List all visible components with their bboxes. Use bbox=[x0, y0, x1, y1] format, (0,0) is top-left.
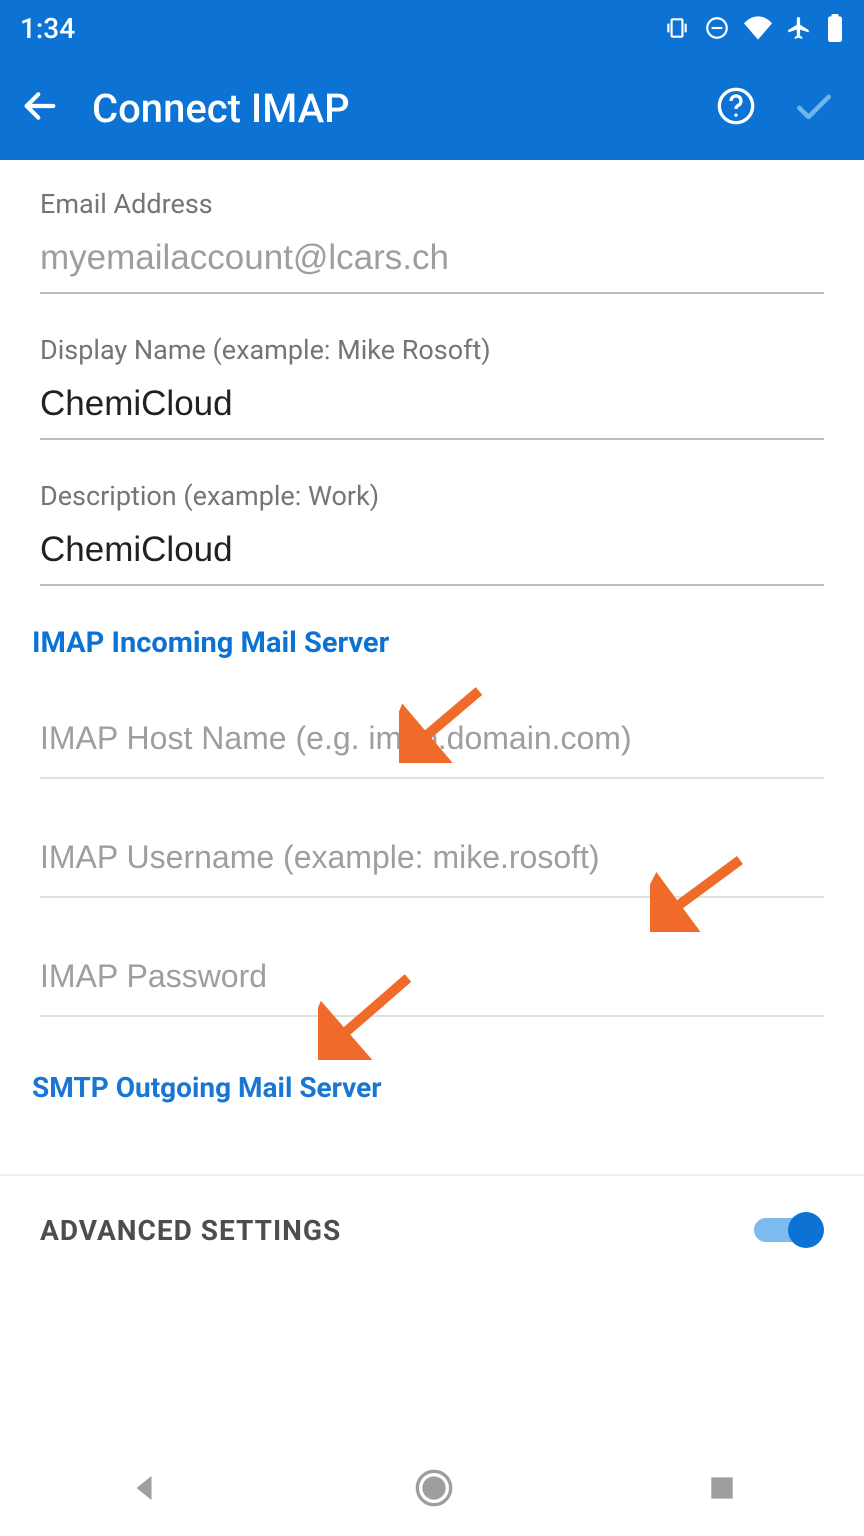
dnd-icon bbox=[704, 15, 730, 41]
imap-password-field bbox=[40, 938, 824, 1017]
airplane-icon bbox=[786, 15, 812, 41]
display-name-field-group: Display Name (example: Mike Rosoft) bbox=[40, 334, 824, 440]
wifi-icon bbox=[744, 16, 772, 40]
email-input[interactable] bbox=[40, 230, 824, 294]
nav-back-button[interactable] bbox=[126, 1470, 162, 1506]
battery-icon bbox=[826, 14, 844, 42]
imap-host-input[interactable] bbox=[40, 700, 824, 779]
display-name-label: Display Name (example: Mike Rosoft) bbox=[40, 334, 824, 366]
imap-host-field bbox=[40, 700, 824, 779]
description-field-group: Description (example: Work) bbox=[40, 480, 824, 586]
back-button[interactable] bbox=[20, 86, 60, 130]
advanced-settings-label: ADVANCED SETTINGS bbox=[40, 1214, 341, 1247]
vibrate-icon bbox=[664, 15, 690, 41]
appbar: Connect IMAP bbox=[0, 56, 864, 160]
email-field-group: Email Address bbox=[40, 188, 824, 294]
advanced-settings-toggle[interactable] bbox=[752, 1210, 824, 1250]
smtp-section-title: SMTP Outgoing Mail Server bbox=[32, 1071, 824, 1104]
android-navbar bbox=[0, 1440, 864, 1536]
nav-recent-button[interactable] bbox=[706, 1472, 738, 1504]
imap-password-input[interactable] bbox=[40, 938, 824, 1017]
email-label: Email Address bbox=[40, 188, 824, 220]
form-content: Email Address Display Name (example: Mik… bbox=[0, 160, 864, 1104]
page-title: Connect IMAP bbox=[92, 85, 684, 132]
imap-section-title: IMAP Incoming Mail Server bbox=[32, 626, 824, 660]
confirm-button[interactable] bbox=[792, 84, 836, 132]
statusbar: 1:34 bbox=[0, 0, 864, 56]
help-button[interactable] bbox=[716, 86, 756, 130]
description-input[interactable] bbox=[40, 522, 824, 586]
clock: 1:34 bbox=[20, 12, 75, 45]
advanced-settings-row[interactable]: ADVANCED SETTINGS bbox=[0, 1174, 864, 1284]
imap-username-input[interactable] bbox=[40, 819, 824, 898]
description-label: Description (example: Work) bbox=[40, 480, 824, 512]
imap-username-field bbox=[40, 819, 824, 898]
nav-home-button[interactable] bbox=[414, 1468, 454, 1508]
status-icons bbox=[664, 14, 844, 42]
display-name-input[interactable] bbox=[40, 376, 824, 440]
